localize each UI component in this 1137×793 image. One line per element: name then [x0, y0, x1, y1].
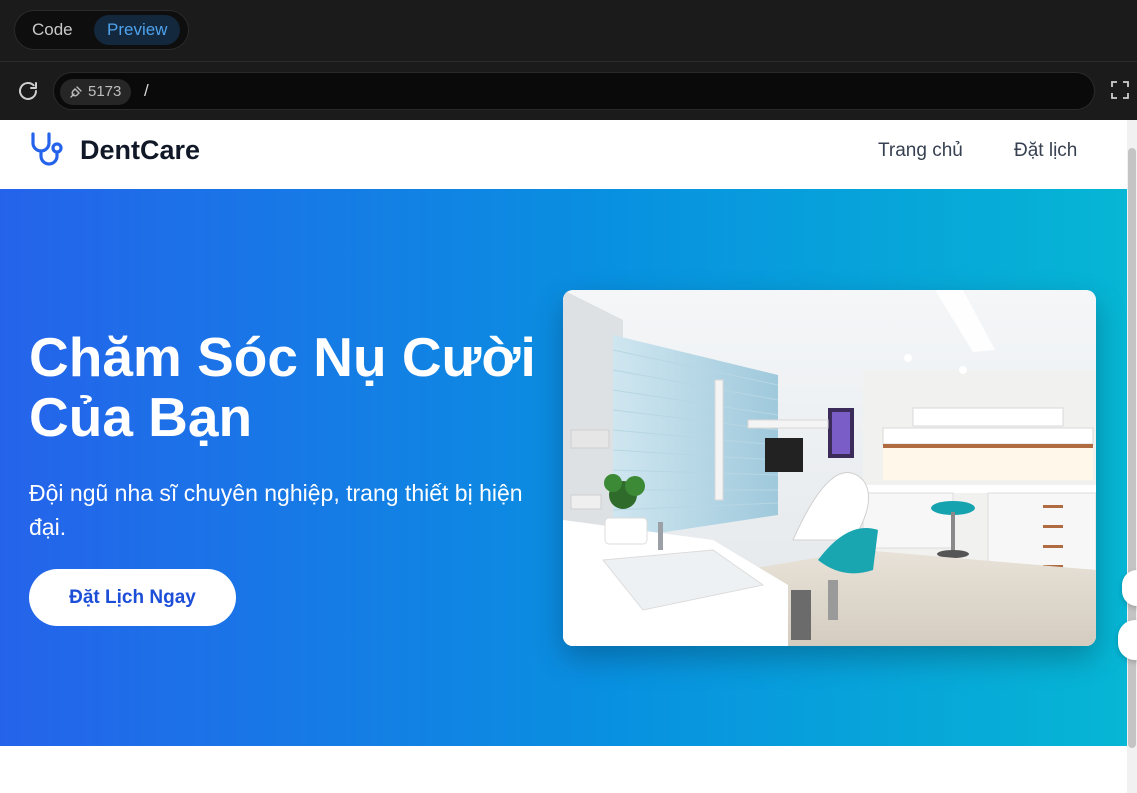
- clinic-photo: [563, 290, 1096, 646]
- hero-subtitle: Đội ngũ nha sĩ chuyên nghiệp, trang thiế…: [29, 480, 523, 540]
- book-now-button[interactable]: Đặt Lịch Ngay: [29, 569, 236, 626]
- site-navbar: DentCare Trang chủ Đặt lịch: [0, 120, 1127, 189]
- stethoscope-icon: [31, 132, 63, 166]
- brand-name[interactable]: DentCare: [80, 135, 200, 166]
- tab-preview[interactable]: Preview: [94, 15, 181, 45]
- preview-address-bar: 5173 /: [0, 62, 1137, 120]
- reload-icon[interactable]: [16, 79, 40, 103]
- url-field[interactable]: 5173 /: [53, 72, 1095, 110]
- plug-icon: [70, 86, 82, 98]
- preview-frame: DentCare Trang chủ Đặt lịch Chăm Sóc Nụ …: [0, 120, 1127, 793]
- hero-section: Chăm Sóc Nụ Cười Của Bạn Đội ngũ nha sĩ …: [0, 189, 1127, 746]
- fullscreen-icon[interactable]: [1110, 80, 1130, 100]
- editor-toolbar: Code Preview: [0, 0, 1137, 62]
- nav-link-booking[interactable]: Đặt lịch: [1014, 140, 1077, 162]
- nav-link-home[interactable]: Trang chủ: [878, 140, 963, 162]
- tab-code[interactable]: Code: [19, 15, 86, 45]
- hero-title: Chăm Sóc Nụ Cười Của Bạn: [29, 326, 536, 448]
- url-path: /: [144, 81, 149, 100]
- port-badge: 5173: [60, 79, 132, 105]
- view-toggle: Code Preview: [14, 10, 189, 50]
- port-number: 5173: [88, 83, 122, 100]
